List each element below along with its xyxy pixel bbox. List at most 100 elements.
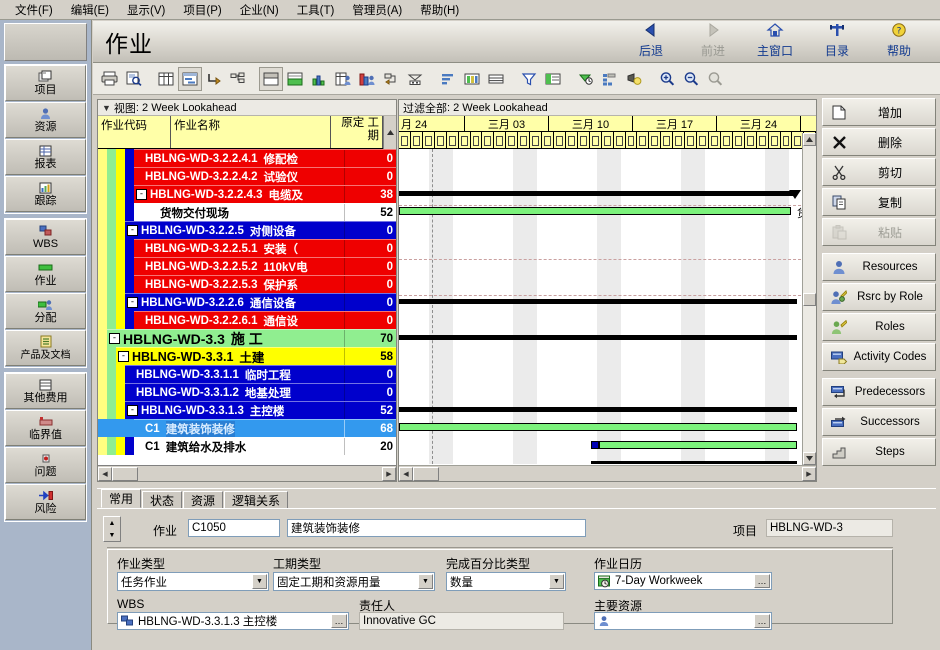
row-expander-toggle[interactable]: - bbox=[127, 405, 138, 416]
gantt-timescale[interactable]: 月 24 三月 03 三月 10 三月 17 三月 24 bbox=[399, 116, 816, 149]
row-content[interactable]: - HBLNG-WD-3.2.2.6 通信设备 0 bbox=[125, 293, 396, 311]
bars-style-icon[interactable] bbox=[541, 67, 565, 91]
nav-directory-button[interactable]: 目录 bbox=[806, 22, 868, 61]
menu-item-edit[interactable]: 编辑(E) bbox=[62, 0, 118, 20]
gantt-summary-bar[interactable] bbox=[591, 461, 797, 464]
scroll-left-button[interactable]: ◀ bbox=[98, 466, 112, 481]
row-content[interactable]: HBLNG-WD-3.3.1.1 临时工程 0 bbox=[125, 365, 396, 383]
zoom-out-icon[interactable] bbox=[679, 67, 703, 91]
gantt-filter-bar[interactable]: 过滤全部: 2 Week Lookahead bbox=[399, 100, 816, 116]
row-content[interactable]: HBLNG-WD-3.2.2.6.1 通信设 0 bbox=[134, 311, 396, 329]
duration-type-combo[interactable]: 固定工期和资源用量 ▼ bbox=[273, 572, 435, 591]
gantt-scroll-thumb[interactable] bbox=[803, 292, 816, 306]
primary-resource-field[interactable]: … bbox=[594, 612, 772, 630]
nav-back-button[interactable]: 后退 bbox=[620, 22, 682, 61]
row-content[interactable]: C1 建筑装饰装修 68 bbox=[134, 419, 396, 437]
table-row[interactable]: - HBLNG-WD-3.2.2.6 通信设备 0 bbox=[98, 293, 396, 311]
activity-name-field[interactable]: 建筑装饰装修 bbox=[287, 519, 586, 537]
calendar-field[interactable]: 7-Day Workweek … bbox=[594, 572, 772, 590]
menu-item-admin[interactable]: 管理员(A) bbox=[343, 0, 411, 20]
row-content[interactable]: HBLNG-WD-3.3.1.2 地基处理 0 bbox=[125, 383, 396, 401]
bar-necking-icon[interactable] bbox=[403, 67, 427, 91]
gantt-summary-bar[interactable] bbox=[399, 407, 797, 412]
primary-resource-browse-button[interactable]: … bbox=[754, 614, 770, 628]
row-expander-toggle[interactable]: - bbox=[136, 189, 147, 200]
wbs-browse-button[interactable]: … bbox=[331, 614, 347, 628]
column-header-code[interactable]: 作业代码 bbox=[98, 116, 171, 148]
filter-icon[interactable] bbox=[517, 67, 541, 91]
sidebar-item-activities[interactable]: 作业 bbox=[5, 256, 86, 292]
table-row[interactable]: HBLNG-WD-3.3.1.2 地基处理 0 bbox=[98, 383, 396, 401]
activity-network-icon[interactable] bbox=[226, 67, 250, 91]
command-button-rsrc-by-role[interactable]: Rsrc by Role bbox=[822, 283, 936, 311]
command-button-activity-codes[interactable]: Activity Codes bbox=[822, 343, 936, 371]
row-content[interactable]: - HBLNG-WD-3.3 施 工 70 bbox=[107, 329, 396, 347]
row-content[interactable]: - HBLNG-WD-3.2.2.5 对侧设备 0 bbox=[125, 221, 396, 239]
table-row[interactable]: HBLNG-WD-3.2.2.5.2 110kV电 0 bbox=[98, 257, 396, 275]
command-button-剪切[interactable]: 剪切 bbox=[822, 158, 936, 186]
table-row[interactable]: HBLNG-WD-3.2.2.6.1 通信设 0 bbox=[98, 311, 396, 329]
row-expander-toggle[interactable]: - bbox=[127, 297, 138, 308]
table-scroll-up-button[interactable] bbox=[383, 116, 396, 149]
gantt-activity-bar[interactable] bbox=[399, 207, 791, 215]
table-row[interactable]: - HBLNG-WD-3.3.1.3 主控楼 52 bbox=[98, 401, 396, 419]
table-row[interactable]: - HBLNG-WD-3.2.2.5 对侧设备 0 bbox=[98, 221, 396, 239]
sidebar-item-issues[interactable]: 问题 bbox=[5, 447, 86, 483]
zoom-in-icon[interactable] bbox=[655, 67, 679, 91]
command-button-粘贴[interactable]: 粘贴 bbox=[822, 218, 936, 246]
sidebar-item-expenses[interactable]: 其他费用 bbox=[5, 373, 86, 409]
tab-resources[interactable]: 资源 bbox=[183, 491, 224, 508]
table-row[interactable]: HBLNG-WD-3.3.1.1 临时工程 0 bbox=[98, 365, 396, 383]
row-content[interactable]: HBLNG-WD-3.2.2.5.2 110kV电 0 bbox=[134, 257, 396, 275]
tab-general[interactable]: 常用 bbox=[101, 489, 142, 508]
table-row[interactable]: HBLNG-WD-3.2.2.5.3 保护系 0 bbox=[98, 275, 396, 293]
organize-icon[interactable] bbox=[598, 67, 622, 91]
activity-stepper[interactable]: ▲ ▼ bbox=[103, 516, 121, 542]
menu-item-tools[interactable]: 工具(T) bbox=[288, 0, 344, 20]
percent-type-combo[interactable]: 数量 ▼ bbox=[446, 572, 566, 591]
timescale-icon[interactable] bbox=[574, 67, 598, 91]
row-expander-toggle[interactable]: - bbox=[127, 225, 138, 236]
column-header-duration[interactable]: 原定 工 期 bbox=[331, 116, 383, 148]
resource-profile-icon[interactable] bbox=[283, 67, 307, 91]
nav-help-button[interactable]: ? 帮助 bbox=[868, 22, 930, 61]
row-content[interactable]: HBLNG-WD-3.2.2.5.1 安装（ 0 bbox=[134, 239, 396, 257]
row-content[interactable]: HBLNG-WD-3.2.2.4.1 修配检 0 bbox=[134, 149, 396, 167]
command-button-successors[interactable]: Successors bbox=[822, 408, 936, 436]
table-row[interactable]: HBLNG-WD-3.2.2.4.1 修配检 0 bbox=[98, 149, 396, 167]
gantt-summary-bar[interactable] bbox=[399, 191, 797, 196]
scroll-right-button[interactable]: ▶ bbox=[382, 466, 396, 481]
gantt-scroll-down-button[interactable] bbox=[803, 452, 816, 465]
row-content[interactable]: - HBLNG-WD-3.3.1.3 主控楼 52 bbox=[125, 401, 396, 419]
sidebar-item-thresholds[interactable]: 临界值 bbox=[5, 410, 86, 446]
calendar-browse-button[interactable]: … bbox=[754, 574, 770, 588]
table-view-icon[interactable] bbox=[154, 67, 178, 91]
row-expander-toggle[interactable]: - bbox=[118, 351, 129, 362]
menu-item-enterprise[interactable]: 企业(N) bbox=[231, 0, 288, 20]
row-content[interactable]: - HBLNG-WD-3.2.2.4.3 电缆及 38 bbox=[134, 185, 396, 203]
row-content[interactable]: 货物交付现场 52 bbox=[134, 203, 396, 221]
command-button-复制[interactable]: 复制 bbox=[822, 188, 936, 216]
table-row[interactable]: HBLNG-WD-3.2.2.5.1 安装（ 0 bbox=[98, 239, 396, 257]
row-content[interactable]: HBLNG-WD-3.2.2.5.3 保护系 0 bbox=[134, 275, 396, 293]
stepper-down-icon[interactable]: ▼ bbox=[104, 529, 120, 541]
nav-forward-button[interactable]: 前进 bbox=[682, 22, 744, 61]
command-button-roles[interactable]: Roles bbox=[822, 313, 936, 341]
progress-spotlight-icon[interactable] bbox=[622, 67, 646, 91]
command-button-predecessors[interactable]: Predecessors bbox=[822, 378, 936, 406]
gantt-bars-area[interactable]: 25-三月-1货物交付 bbox=[399, 149, 816, 464]
print-preview-icon[interactable] bbox=[121, 67, 145, 91]
tab-status[interactable]: 状态 bbox=[142, 491, 183, 508]
print-icon[interactable] bbox=[97, 67, 121, 91]
activity-usage-profile-icon[interactable] bbox=[355, 67, 379, 91]
group-sort-icon[interactable] bbox=[436, 67, 460, 91]
chevron-down-icon[interactable]: ▼ bbox=[549, 574, 564, 589]
gantt-activity-bar[interactable] bbox=[599, 441, 797, 449]
command-button-增加[interactable]: 增加 bbox=[822, 98, 936, 126]
gantt-summary-bar[interactable] bbox=[399, 299, 797, 304]
activity-id-field[interactable]: C1050 bbox=[188, 519, 280, 537]
tab-relationships[interactable]: 逻辑关系 bbox=[224, 491, 289, 508]
table-row[interactable]: - HBLNG-WD-3.3.1 土建 58 bbox=[98, 347, 396, 365]
command-button-resources[interactable]: Resources bbox=[822, 253, 936, 281]
nav-home-button[interactable]: 主窗口 bbox=[744, 22, 806, 61]
